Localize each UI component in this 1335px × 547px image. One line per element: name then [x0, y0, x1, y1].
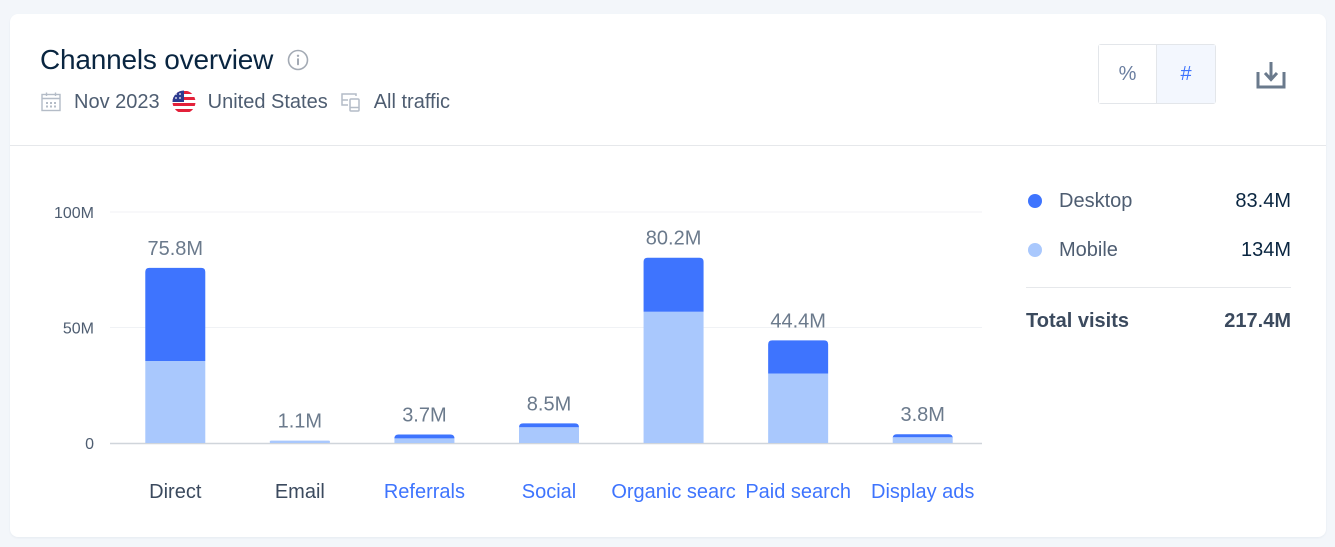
bar-segment-desktop: [768, 340, 829, 374]
legend-item-desktop[interactable]: Desktop 83.4M: [1026, 189, 1291, 213]
channels-chart: 0 50M 100M 75.8M Direct 1.1M Email 3.7M Referral…: [10, 147, 1010, 537]
total-label: Total visits: [1026, 310, 1129, 332]
mobile-dot-icon: [1028, 243, 1042, 257]
x-category-label[interactable]: Social: [522, 481, 576, 503]
bar-total-label: 75.8M: [147, 238, 203, 260]
calendar-icon: [40, 91, 62, 113]
y-tick-label: 100M: [54, 205, 94, 222]
bar-segment-mobile: [269, 440, 330, 443]
x-category-label[interactable]: Display ads: [871, 481, 974, 503]
chart-legend: Desktop 83.4M Mobile 134M Total visits 2…: [1026, 189, 1291, 333]
bar-segment-desktop: [145, 267, 206, 361]
meta-row: Nov 2023 United States All traffic: [40, 90, 462, 114]
y-tick-label: 50M: [63, 321, 94, 338]
date-label: Nov 2023: [74, 90, 160, 113]
devices-icon: [340, 91, 362, 113]
bar-total-label: 44.4M: [770, 310, 826, 332]
total-visits-row: Total visits 217.4M: [1026, 310, 1291, 333]
traffic-label: All traffic: [373, 90, 451, 113]
title-row: Channels overview: [40, 44, 309, 76]
bar-segment-mobile: [519, 427, 579, 443]
percent-toggle-button[interactable]: %: [1099, 45, 1157, 103]
number-toggle-button[interactable]: #: [1157, 45, 1215, 103]
bar-total-label: 3.8M: [900, 404, 944, 426]
legend-value: 134M: [1240, 238, 1291, 261]
bar-segment-mobile: [643, 311, 704, 443]
bar-segment-mobile: [394, 438, 455, 443]
y-tick-label: 0: [85, 436, 94, 453]
x-category-label: Email: [275, 481, 325, 503]
download-icon: [1254, 62, 1288, 96]
bar-segment-desktop: [519, 423, 579, 428]
bar-segment-mobile: [145, 360, 206, 443]
bar-total-label: 3.7M: [402, 404, 446, 426]
legend-value: 83.4M: [1235, 189, 1291, 212]
download-button[interactable]: [1254, 58, 1288, 92]
bar-segment-mobile: [768, 373, 829, 443]
bar-total-label: 80.2M: [646, 228, 702, 250]
legend-label: Mobile: [1059, 238, 1118, 261]
metric-toggle: % #: [1098, 44, 1216, 104]
country-label: United States: [207, 90, 328, 113]
total-value: 217.4M: [1224, 310, 1291, 332]
chart-svg: 0 50M 100M 75.8M Direct 1.1M Email 3.7M Referral…: [54, 205, 982, 503]
card-header: Channels overview Nov 2023 United States…: [10, 14, 1326, 146]
legend-divider: [1026, 287, 1291, 288]
channels-overview-card: Channels overview Nov 2023 United States…: [10, 14, 1326, 537]
bar-segment-desktop: [643, 257, 704, 312]
info-circle-icon[interactable]: [287, 49, 309, 71]
x-category-label[interactable]: Referrals: [384, 481, 465, 503]
x-category-label[interactable]: Paid search: [745, 481, 851, 503]
us-flag-icon: [172, 90, 196, 114]
x-category-label: Direct: [149, 481, 202, 503]
desktop-dot-icon: [1028, 194, 1042, 208]
legend-label: Desktop: [1059, 189, 1133, 212]
bar-total-label: 1.1M: [278, 410, 322, 432]
x-category-label[interactable]: Organic searc: [611, 481, 736, 503]
bar-total-label: 8.5M: [527, 393, 571, 415]
bar-segment-mobile: [892, 437, 953, 443]
legend-item-mobile[interactable]: Mobile 134M: [1026, 238, 1291, 262]
bar-segment-desktop: [394, 434, 455, 439]
card-title: Channels overview: [40, 44, 274, 75]
